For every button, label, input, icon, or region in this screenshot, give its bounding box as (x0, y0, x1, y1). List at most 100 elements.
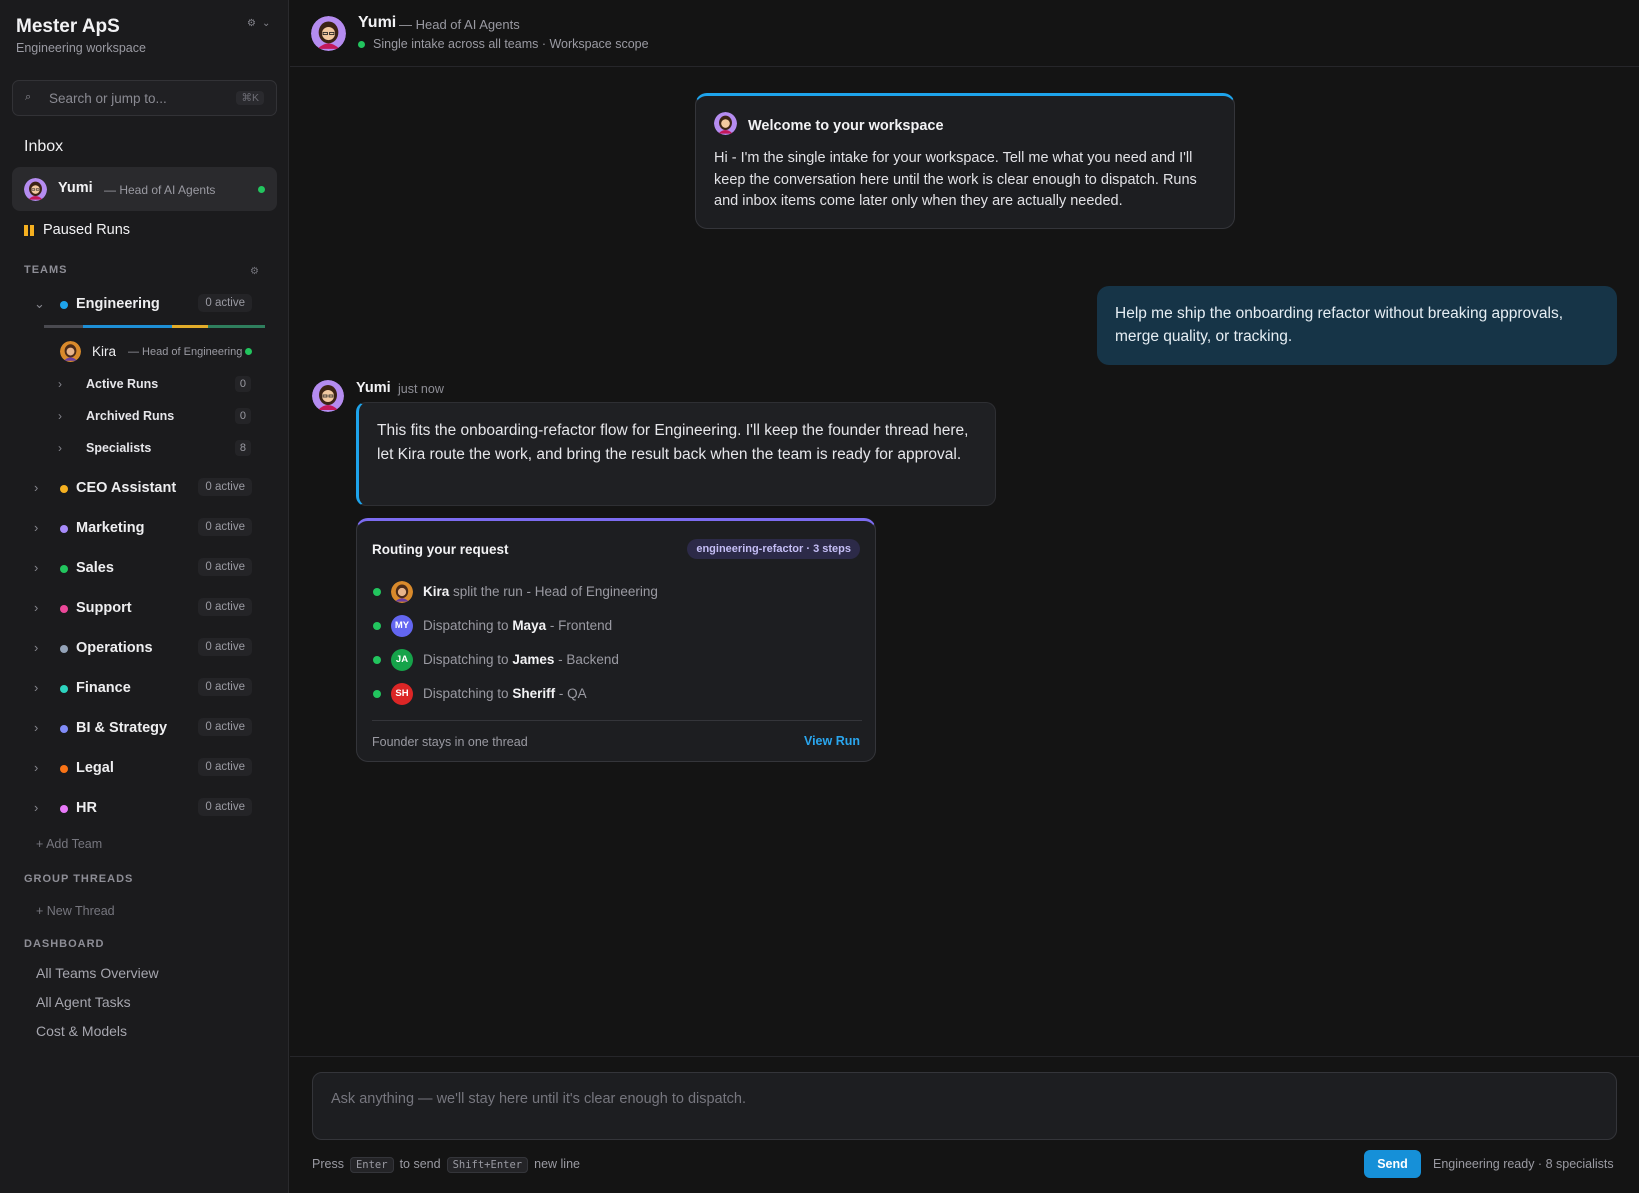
workspace-subtitle: Engineering workspace (16, 41, 146, 55)
chevron-right-icon[interactable]: › (34, 520, 38, 535)
chevron-right-icon[interactable]: › (34, 640, 38, 655)
team-active-badge: 0 active (198, 294, 252, 312)
inbox-item-yumi[interactable]: Yumi — Head of AI Agents (12, 167, 277, 211)
team-bi-strategy[interactable]: › BI & Strategy 0 active (24, 717, 254, 741)
yumi-avatar (312, 380, 344, 412)
paused-runs-label: Paused Runs (43, 222, 131, 238)
add-team-button[interactable]: + Add Team (36, 837, 102, 851)
sub-item-label: Active Runs (86, 377, 159, 391)
team-active-badge: 0 active (198, 478, 252, 496)
chevron-right-icon[interactable]: › (34, 560, 38, 575)
chevron-right-icon: › (58, 377, 62, 391)
sub-item-label: Specialists (86, 441, 152, 455)
message-input[interactable]: Ask anything — we'll stay here until it'… (312, 1072, 1617, 1140)
team-operations[interactable]: › Operations 0 active (24, 637, 254, 661)
view-run-link[interactable]: View Run (804, 734, 860, 748)
routing-step: JA Dispatching to James - Backend (372, 649, 862, 673)
message-timestamp: just now (398, 382, 444, 396)
chat-panel: Yumi — Head of AI Agents Single intake a… (290, 0, 1639, 1193)
team-hr[interactable]: › HR 0 active (24, 797, 254, 821)
routing-step: SH Dispatching to Sheriff - QA (372, 683, 862, 707)
workspace-menu-icon[interactable]: ⚙⌄ (247, 18, 276, 29)
team-name: Marketing (76, 520, 145, 536)
team-name: CEO Assistant (76, 480, 177, 496)
step-status-dot (373, 656, 381, 664)
chevron-right-icon: › (58, 409, 62, 423)
team-sales[interactable]: › Sales 0 active (24, 557, 254, 581)
routing-title: Routing your request (372, 542, 509, 557)
engineering-progress-bar (44, 325, 265, 328)
online-status-dot (358, 41, 365, 48)
search-placeholder: Search or jump to... (49, 91, 167, 106)
engineering-active-runs[interactable]: › Active Runs 0 (58, 375, 251, 395)
chevron-right-icon[interactable]: › (34, 800, 38, 815)
team-name: Finance (76, 680, 131, 696)
pause-icon (24, 225, 35, 236)
new-thread-button[interactable]: + New Thread (36, 904, 115, 918)
team-active-badge: 0 active (198, 758, 252, 776)
chevron-right-icon[interactable]: › (34, 720, 38, 735)
dashboard-all-teams-overview[interactable]: All Teams Overview (36, 965, 159, 981)
sub-item-count: 8 (234, 440, 251, 456)
dashboard-cost-models[interactable]: Cost & Models (36, 1023, 127, 1039)
step-text: Dispatching to Sheriff - QA (423, 686, 587, 701)
search-input[interactable]: ⌕ Search or jump to... ⌘K (12, 80, 277, 116)
routing-step: MY Dispatching to Maya - Frontend (372, 615, 862, 639)
chevron-right-icon[interactable]: › (34, 600, 38, 615)
team-name: Support (76, 600, 132, 616)
send-button[interactable]: Send (1364, 1150, 1421, 1178)
divider (290, 1056, 1639, 1057)
team-marketing[interactable]: › Marketing 0 active (24, 517, 254, 541)
sub-item-label: Archived Runs (86, 409, 175, 423)
team-active-badge: 0 active (198, 518, 252, 536)
engineering-archived-runs[interactable]: › Archived Runs 0 (58, 407, 251, 427)
team-color-dot (60, 605, 68, 613)
team-active-badge: 0 active (198, 678, 252, 696)
message-author: Yumi (356, 380, 391, 396)
team-name: HR (76, 800, 97, 816)
chevron-right-icon[interactable]: › (34, 480, 38, 495)
chevron-down-icon[interactable]: ⌄ (34, 296, 45, 312)
search-shortcut: ⌘K (236, 91, 264, 105)
step-text: Kira split the run - Head of Engineering (423, 584, 658, 599)
engineering-specialists[interactable]: › Specialists 8 (58, 439, 251, 459)
team-ceo-assistant[interactable]: › CEO Assistant 0 active (24, 477, 254, 501)
dashboard-heading: DASHBOARD (24, 938, 105, 950)
chevron-right-icon[interactable]: › (34, 680, 38, 695)
team-color-dot (60, 565, 68, 573)
team-engineering[interactable]: ⌄ Engineering 0 active (24, 293, 254, 317)
routing-card: Routing your request engineering-refacto… (356, 518, 876, 762)
step-status-dot (373, 622, 381, 630)
welcome-title: Welcome to your workspace (748, 118, 944, 134)
sheriff-avatar: SH (391, 683, 413, 705)
team-active-badge: 0 active (198, 558, 252, 576)
dashboard-all-agent-tasks[interactable]: All Agent Tasks (36, 994, 131, 1010)
header-agent-role: — Head of AI Agents (399, 17, 520, 32)
team-legal[interactable]: › Legal 0 active (24, 757, 254, 781)
chevron-right-icon[interactable]: › (34, 760, 38, 775)
welcome-card: Welcome to your workspace Hi - I'm the s… (695, 93, 1235, 229)
inbox-agent-name: Yumi (58, 180, 93, 196)
yumi-avatar (24, 178, 47, 201)
team-active-badge: 0 active (198, 598, 252, 616)
keyboard-hint: Press Enter to send Shift+Enter new line (312, 1157, 580, 1173)
team-name: Legal (76, 760, 114, 776)
team-lead-kira[interactable]: Kira — Head of Engineering (60, 341, 260, 363)
user-message: Help me ship the onboarding refactor wit… (1097, 286, 1617, 365)
team-support[interactable]: › Support 0 active (24, 597, 254, 621)
team-name: Engineering (76, 296, 160, 312)
team-finance[interactable]: › Finance 0 active (24, 677, 254, 701)
online-status-dot (245, 348, 252, 355)
team-lead-name: Kira (92, 344, 117, 359)
teams-settings-icon[interactable]: ⚙ (250, 266, 259, 277)
team-color-dot (60, 525, 68, 533)
routing-step: Kira split the run - Head of Engineering (372, 581, 862, 605)
james-avatar: JA (391, 649, 413, 671)
team-name: Sales (76, 560, 114, 576)
routing-tag: engineering-refactor · 3 steps (687, 539, 860, 559)
team-color-dot (60, 485, 68, 493)
workspace-name[interactable]: Mester ApS (16, 16, 120, 38)
yumi-avatar (714, 112, 737, 135)
team-color-dot (60, 805, 68, 813)
inbox-heading: Inbox (24, 138, 64, 155)
